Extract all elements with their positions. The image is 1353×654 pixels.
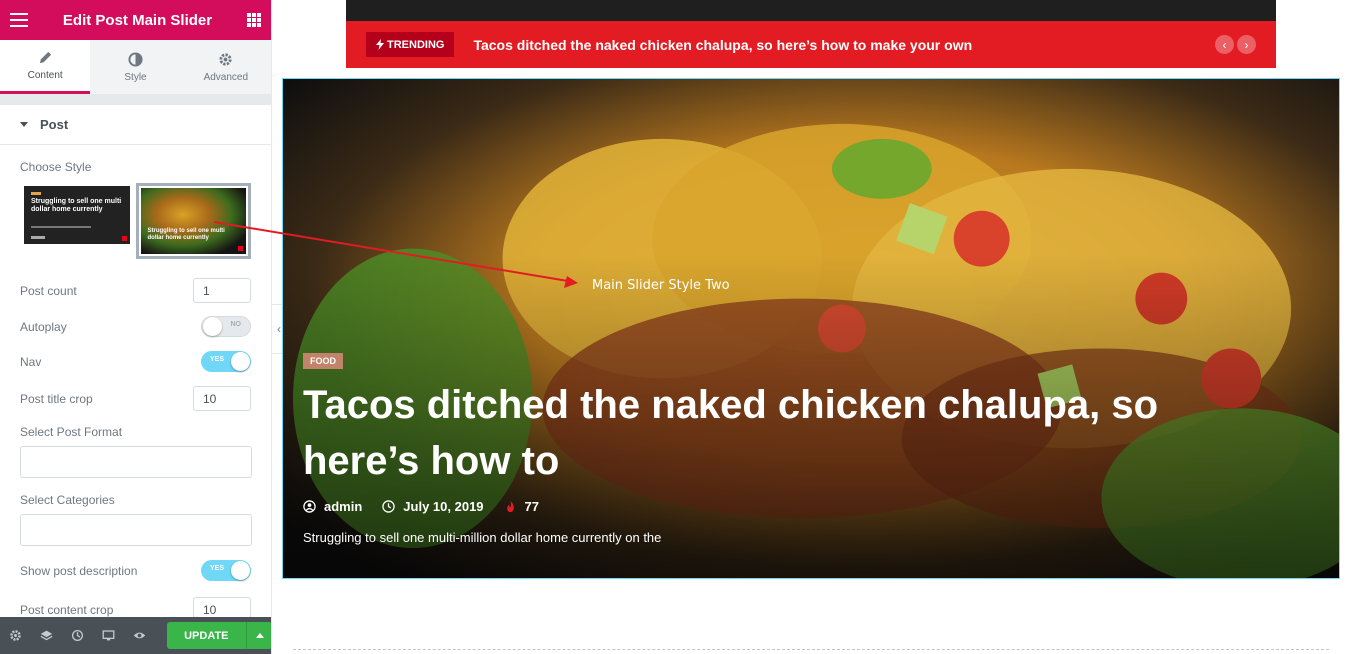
autoplay-state: NO — [230, 321, 242, 328]
layers-icon[interactable] — [39, 628, 55, 644]
thumb-title: Struggling to sell one multi dollar home… — [147, 228, 225, 241]
meta-views-count: 77 — [524, 499, 539, 514]
show-description-row: Show post description YES — [20, 560, 251, 581]
chevron-left-icon: ‹ — [277, 322, 281, 336]
clock-icon — [382, 500, 396, 513]
nav-state: YES — [210, 356, 225, 363]
update-options-button[interactable] — [246, 622, 271, 649]
annotation-label: Main Slider Style Two — [592, 278, 730, 293]
thumb-meta — [31, 226, 91, 228]
settings-icon[interactable] — [8, 628, 24, 644]
toggle-knob — [231, 352, 250, 371]
preview-eye-icon[interactable] — [132, 628, 148, 644]
style-chooser: Struggling to sell one multi dollar home… — [24, 183, 251, 259]
nav-toggle[interactable]: YES — [201, 351, 251, 372]
meta-date-text: July 10, 2019 — [403, 499, 484, 514]
post-title-crop-input[interactable]: 10 — [193, 386, 251, 411]
panel-header: Edit Post Main Slider — [0, 0, 271, 40]
section-post-title: Post — [40, 117, 69, 132]
editor-panel: Edit Post Main Slider Content Style Adva… — [0, 0, 272, 654]
thumb-read-more — [31, 236, 45, 239]
show-post-description-toggle[interactable]: YES — [201, 560, 251, 581]
trending-headline[interactable]: Tacos ditched the naked chicken chalupa,… — [473, 37, 972, 53]
responsive-icon[interactable] — [101, 628, 117, 644]
meta-author-name: admin — [324, 499, 363, 514]
tab-advanced[interactable]: Advanced — [180, 40, 271, 94]
pencil-icon — [39, 51, 51, 64]
style-option-one[interactable]: Struggling to sell one multi dollar home… — [24, 186, 131, 244]
category-badge[interactable]: FOOD — [303, 353, 343, 369]
main-slider[interactable]: Main Slider Style Two FOOD Tacos ditched… — [282, 78, 1340, 579]
nav-row: Nav YES — [20, 351, 251, 372]
post-title-crop-label: Post title crop — [20, 391, 93, 406]
site-topbar — [346, 0, 1276, 21]
controls-list: Choose Style Struggling to sell one mult… — [0, 160, 271, 622]
panel-separator — [0, 95, 271, 105]
caret-down-icon — [20, 122, 28, 127]
thumb-title: Struggling to sell one multi dollar home… — [31, 198, 122, 213]
tab-advanced-label: Advanced — [203, 71, 249, 83]
section-post-toggle[interactable]: Post — [0, 105, 271, 145]
select-categories-field[interactable] — [20, 514, 252, 546]
meta-date: July 10, 2019 — [382, 499, 484, 514]
trending-next-button[interactable]: › — [1237, 35, 1256, 54]
select-categories-label: Select Categories — [20, 493, 115, 507]
thumb-dot — [122, 236, 128, 241]
select-post-format-field[interactable] — [20, 446, 252, 478]
show-description-state: YES — [210, 565, 225, 572]
gear-icon — [219, 52, 232, 66]
thumb-image: Struggling to sell one multi dollar home… — [141, 188, 246, 254]
slide-meta: admin July 10, 2019 77 — [303, 499, 539, 514]
nav-label: Nav — [20, 354, 42, 369]
show-post-description-label: Show post description — [20, 563, 138, 578]
select-post-format-label: Select Post Format — [20, 425, 123, 439]
trending-badge-label: TRENDING — [387, 38, 445, 51]
slide-title[interactable]: Tacos ditched the naked chicken chalupa,… — [303, 377, 1263, 489]
post-count-input[interactable]: 1 — [193, 278, 251, 303]
autoplay-toggle[interactable]: NO — [201, 316, 251, 337]
tab-content-label: Content — [27, 70, 63, 81]
bolt-icon — [376, 39, 384, 50]
trending-bar: TRENDING Tacos ditched the naked chicken… — [346, 21, 1276, 68]
autoplay-row: Autoplay NO — [20, 316, 251, 337]
caret-up-icon — [255, 633, 264, 638]
panel-tabs: Content Style Advanced — [0, 40, 271, 95]
meta-author[interactable]: admin — [303, 499, 362, 514]
tab-content[interactable]: Content — [0, 40, 91, 94]
choose-style-label: Choose Style — [20, 160, 92, 174]
thumb-dot — [238, 246, 243, 251]
style-option-two[interactable]: Struggling to sell one multi dollar home… — [136, 183, 251, 259]
post-title-crop-row: Post title crop 10 — [20, 386, 251, 411]
fire-icon — [506, 500, 514, 513]
meta-views: 77 — [504, 499, 539, 514]
history-icon[interactable] — [70, 628, 86, 644]
post-count-label: Post count — [20, 283, 77, 298]
tab-style[interactable]: Style — [90, 40, 181, 94]
toggle-knob — [231, 561, 250, 580]
toggle-knob — [203, 317, 222, 336]
panel-footer: UPDATE — [0, 617, 271, 654]
update-button[interactable]: UPDATE — [166, 622, 247, 649]
panel-title: Edit Post Main Slider — [62, 11, 213, 29]
thumb-tag — [31, 192, 41, 195]
trending-prev-button[interactable]: ‹ — [1215, 35, 1234, 54]
trending-nav: ‹ › — [1215, 35, 1256, 54]
hamburger-menu-icon[interactable] — [10, 13, 28, 27]
post-content-crop-label: Post content crop — [20, 602, 114, 617]
post-count-row: Post count 1 — [20, 278, 251, 303]
add-section-dropzone[interactable] — [293, 649, 1329, 654]
contrast-icon — [128, 51, 143, 67]
user-icon — [303, 500, 316, 513]
trending-badge: TRENDING — [366, 32, 455, 57]
slide-description: Struggling to sell one multi-million dol… — [303, 530, 662, 545]
widgets-grid-icon[interactable] — [247, 13, 261, 27]
tab-style-label: Style — [124, 71, 147, 83]
autoplay-label: Autoplay — [20, 319, 67, 334]
